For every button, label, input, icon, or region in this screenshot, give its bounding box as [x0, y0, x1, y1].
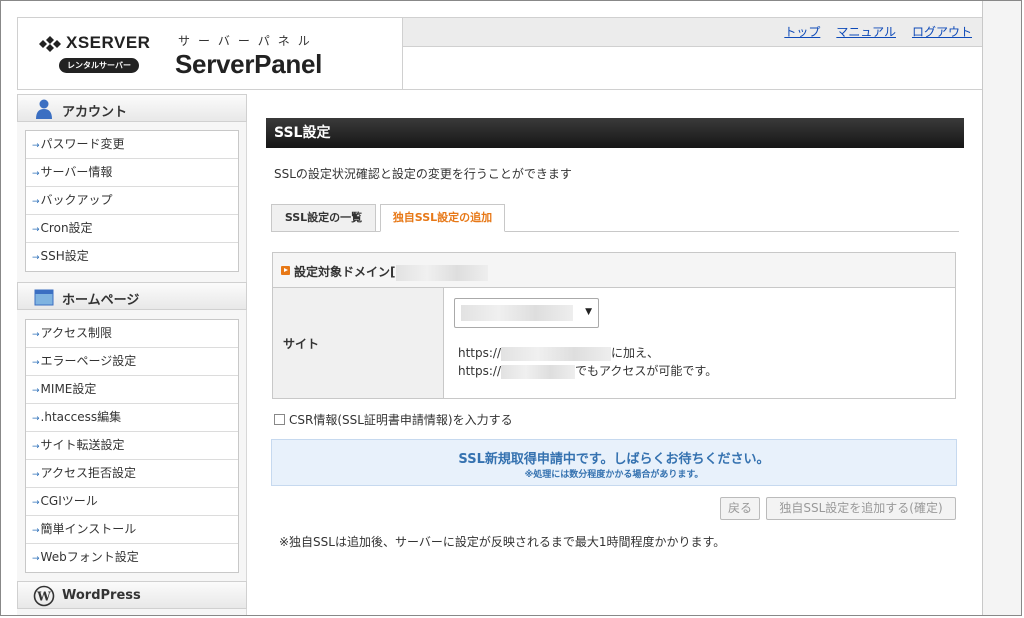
url-line-2: https://でもアクセスが可能です。	[458, 364, 718, 379]
xserver-logo-icon	[39, 36, 61, 52]
sidebar-section-wordpress: W WordPress	[17, 581, 247, 609]
arrow-icon: →	[32, 414, 40, 424]
header-nav: トップ マニュアル ログアウト	[784, 23, 972, 40]
sidebar-item-easy-install[interactable]: →簡単インストール	[26, 516, 238, 544]
logo-product: ServerPanel	[175, 49, 323, 79]
sidebar-item-ssh[interactable]: →SSH設定	[26, 243, 238, 271]
form-header: 設定対象ドメイン[	[273, 253, 955, 288]
site-label: サイト	[283, 337, 320, 351]
target-domain-label: 設定対象ドメイン[	[294, 263, 488, 281]
account-menu: →パスワード変更 →サーバー情報 →バックアップ →Cron設定 →SSH設定	[25, 130, 239, 272]
redacted-domain	[395, 264, 488, 281]
right-margin	[982, 1, 1021, 615]
confirm-add-ssl-button[interactable]: 独自SSL設定を追加する(確定)	[766, 497, 956, 520]
sidebar-item-label: サーバー情報	[40, 165, 113, 179]
nav-logout-link[interactable]: ログアウト	[912, 23, 972, 40]
site-label-cell: サイト	[273, 288, 444, 398]
window-icon	[34, 289, 54, 306]
sidebar-item-label: アクセス制限	[40, 326, 112, 340]
csr-option[interactable]: CSR情報(SSL証明書申請情報)を入力する	[274, 411, 513, 428]
site-select[interactable]: ▼	[454, 298, 599, 328]
header-spacer	[403, 47, 982, 90]
tab-ssl-add[interactable]: 独自SSL設定の追加	[380, 204, 505, 232]
csr-label: CSR情報(SSL証明書申請情報)を入力する	[289, 413, 513, 427]
caret-down-icon: ▼	[585, 307, 592, 317]
sidebar-item-label: SSH設定	[40, 249, 89, 263]
sidebar-item-label: アクセス拒否設定	[40, 466, 136, 480]
tab-ssl-list[interactable]: SSL設定の一覧	[271, 204, 376, 232]
back-button[interactable]: 戻る	[720, 497, 760, 520]
notice-submessage: ※処理には数分程度かかる場合があります。	[524, 470, 704, 480]
sidebar-item-mime[interactable]: →MIME設定	[26, 376, 238, 404]
section-title: ホームページ	[62, 293, 140, 308]
csr-checkbox[interactable]	[274, 414, 285, 425]
arrow-icon: →	[32, 330, 40, 340]
sidebar-item-cron[interactable]: →Cron設定	[26, 215, 238, 243]
section-title: WordPress	[62, 588, 141, 603]
sidebar-item-access-deny[interactable]: →アクセス拒否設定	[26, 460, 238, 488]
arrow-icon: →	[32, 358, 40, 368]
ssl-form: 設定対象ドメイン[ サイト ▼ https://に加え、 https://でもア…	[272, 252, 956, 399]
page-description: SSLの設定状況確認と設定の変更を行うことができます	[274, 167, 572, 181]
sidebar-item-label: Cron設定	[40, 221, 93, 235]
arrow-icon: →	[32, 141, 40, 151]
wordpress-icon: W	[33, 585, 55, 607]
sidebar-item-web-font[interactable]: →Webフォント設定	[26, 544, 238, 572]
sidebar-item-server-info[interactable]: →サーバー情報	[26, 159, 238, 187]
sidebar-item-label: バックアップ	[40, 193, 113, 207]
arrow-icon: →	[32, 253, 40, 263]
sidebar-section-account: アカウント	[17, 94, 247, 122]
sidebar-item-password[interactable]: →パスワード変更	[26, 131, 238, 159]
sidebar-item-label: サイト転送設定	[40, 438, 125, 452]
redacted-url	[501, 364, 576, 379]
arrow-icon: →	[32, 470, 40, 480]
arrow-icon: →	[32, 526, 40, 536]
nav-top-link[interactable]: トップ	[784, 23, 820, 40]
url-line-1: https://に加え、	[458, 346, 660, 361]
sidebar-item-label: .htaccess編集	[40, 410, 122, 424]
sidebar-item-backup[interactable]: →バックアップ	[26, 187, 238, 215]
sidebar-item-error-page[interactable]: →エラーページ設定	[26, 348, 238, 376]
homepage-menu: →アクセス制限 →エラーページ設定 →MIME設定 →.htaccess編集 →…	[25, 319, 239, 573]
arrow-icon: →	[32, 554, 40, 564]
logo-kana: サーバーパネル	[178, 34, 318, 48]
sidebar-item-cgi-tool[interactable]: →CGIツール	[26, 488, 238, 516]
sidebar-item-label: 簡単インストール	[40, 522, 137, 536]
arrow-icon: →	[32, 169, 40, 179]
status-notice: SSL新規取得申請中です。しばらくお待ちください。 ※処理には数分程度かかる場合…	[271, 439, 957, 486]
sidebar-item-label: エラーページ設定	[40, 354, 137, 368]
sidebar-item-htaccess[interactable]: →.htaccess編集	[26, 404, 238, 432]
sidebar-item-label: CGIツール	[40, 494, 98, 508]
bullet-icon	[281, 266, 290, 275]
svg-text:W: W	[36, 590, 51, 604]
logo-badge: レンタルサーバー	[59, 58, 139, 73]
logo-brand: XSERVER	[66, 33, 151, 52]
sidebar-item-site-redirect[interactable]: →サイト転送設定	[26, 432, 238, 460]
redacted-url	[501, 346, 612, 361]
header-logo-area[interactable]: XSERVER レンタルサーバー サーバーパネル ServerPanel	[17, 17, 403, 90]
notice-message: SSL新規取得申請中です。しばらくお待ちください。	[458, 452, 770, 467]
arrow-icon: →	[32, 225, 40, 235]
sidebar-item-label: MIME設定	[40, 382, 97, 396]
section-title: アカウント	[62, 105, 128, 120]
arrow-icon: →	[32, 498, 40, 508]
sidebar-item-label: Webフォント設定	[40, 550, 139, 564]
arrow-icon: →	[32, 442, 40, 452]
header-nav-bar: トップ マニュアル ログアウト	[403, 17, 982, 47]
redacted-site-value	[461, 305, 573, 321]
sidebar-item-label: パスワード変更	[40, 137, 125, 151]
page-title: SSL設定	[266, 118, 964, 148]
arrow-icon: →	[32, 197, 40, 207]
nav-manual-link[interactable]: マニュアル	[836, 23, 896, 40]
app-window: XSERVER レンタルサーバー サーバーパネル ServerPanel トップ…	[0, 0, 1022, 616]
sidebar-item-access-limit[interactable]: →アクセス制限	[26, 320, 238, 348]
arrow-icon: →	[32, 386, 40, 396]
sidebar-section-homepage: ホームページ	[17, 282, 247, 310]
user-icon	[36, 99, 52, 119]
footnote: ※独自SSLは追加後、サーバーに設定が反映されるまで最大1時間程度かかります。	[279, 535, 726, 549]
